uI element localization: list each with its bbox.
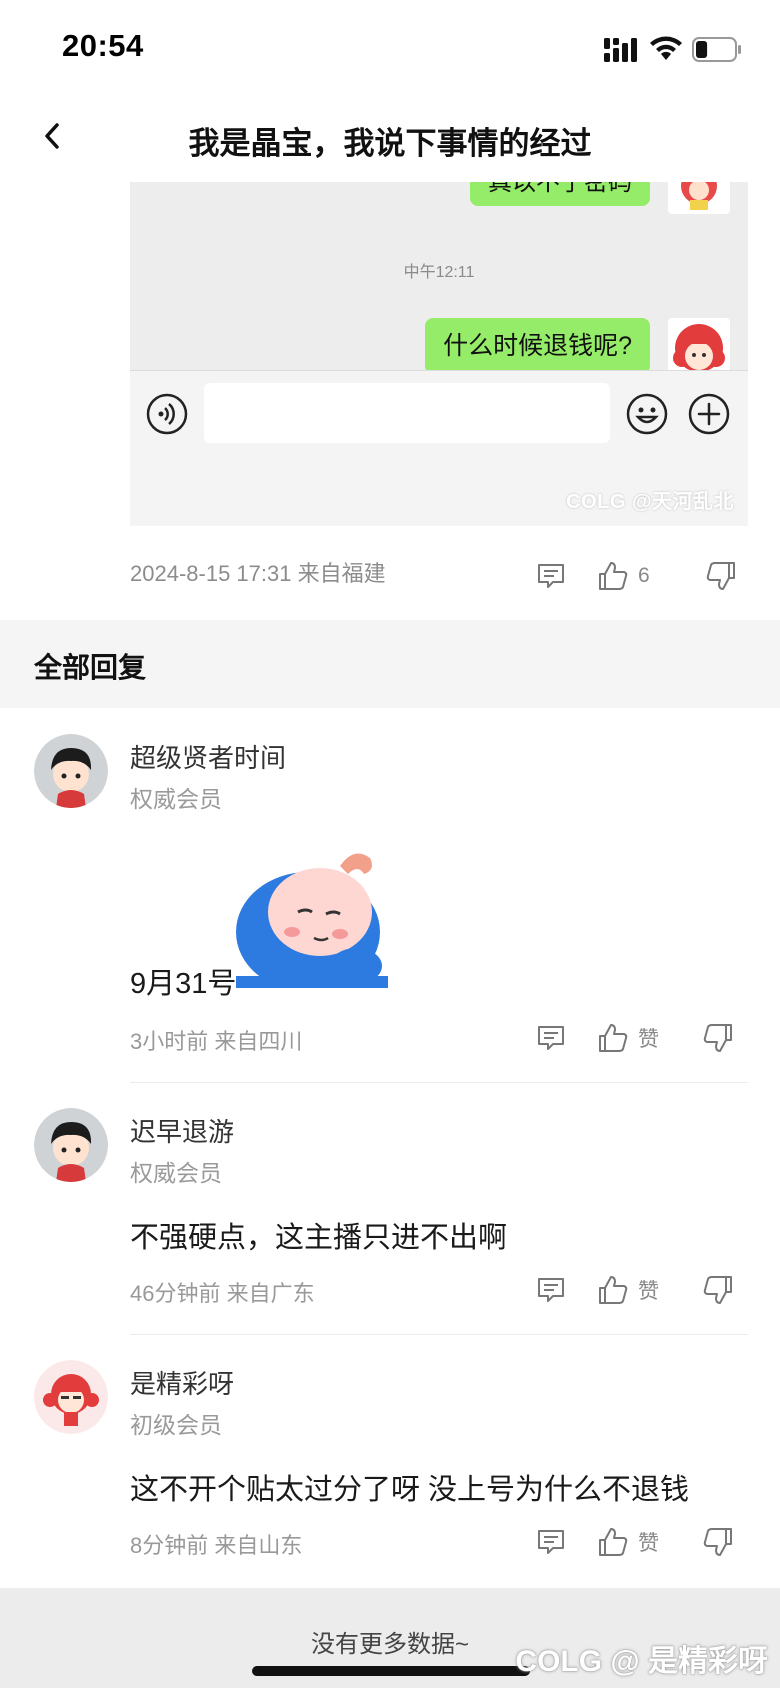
signal-icon — [604, 38, 637, 62]
user-rank: 权威会员 — [130, 1160, 222, 1186]
reply-meta: 8分钟前 来自山东 — [130, 1533, 303, 1558]
page-title: 我是晶宝，我说下事情的经过 — [188, 126, 592, 161]
status-time: 20:54 — [62, 28, 144, 63]
reply-meta: 46分钟前 来自广东 — [130, 1281, 315, 1306]
reply-actions: 赞 — [534, 1522, 735, 1562]
user-name[interactable]: 是精彩呀 — [130, 1364, 234, 1401]
avatar[interactable] — [34, 1108, 108, 1182]
voice-icon — [146, 393, 188, 435]
avatar[interactable] — [34, 1360, 108, 1434]
reply-text: 不强硬点，这主播只进不出啊 — [130, 1222, 508, 1254]
post-actions: 6 — [534, 556, 738, 596]
user-name[interactable]: 超级贤者时间 — [130, 738, 286, 775]
reply-meta: 3小时前 来自四川 — [130, 1029, 303, 1054]
comment-icon[interactable] — [534, 1525, 568, 1559]
dislike-icon[interactable] — [701, 1525, 735, 1559]
back-button[interactable] — [30, 114, 74, 158]
chat-text-field — [204, 383, 610, 443]
avatar[interactable] — [34, 734, 108, 808]
battery-icon — [692, 37, 741, 62]
footer: 没有更多数据~ COLG @ 是精彩呀 — [0, 1588, 780, 1688]
comment-icon[interactable] — [534, 1273, 568, 1307]
like-icon[interactable] — [596, 1021, 630, 1055]
comment-icon[interactable] — [534, 1021, 568, 1055]
like-icon[interactable] — [596, 1273, 630, 1307]
user-rank: 初级会员 — [130, 1412, 222, 1438]
like-icon[interactable] — [596, 1525, 630, 1559]
section-title: 全部回复 — [34, 652, 147, 683]
chat-avatar-top — [668, 182, 730, 214]
status-bar: 20:54 — [0, 0, 780, 100]
reply-actions: 赞 — [534, 1270, 735, 1310]
like-label: 赞 — [638, 1028, 659, 1051]
wifi-icon — [650, 36, 682, 60]
post-image-chat-screenshot[interactable]: 真以不了密码 中午12:11 什么时候退钱呢? COLG @天河乱北 — [130, 182, 748, 526]
reply-text: 这不开个贴太过分了呀 没上号为什么不退钱 — [130, 1474, 690, 1506]
chat-bubble: 什么时候退钱呢? — [425, 318, 650, 374]
plus-circle-icon — [688, 393, 730, 435]
chat-time-label: 中午12:11 — [403, 264, 475, 281]
user-name[interactable]: 迟早退游 — [130, 1112, 234, 1149]
home-indicator[interactable] — [252, 1666, 530, 1676]
like-count: 6 — [638, 564, 650, 587]
divider — [130, 1334, 748, 1335]
like-label: 赞 — [638, 1532, 659, 1555]
dislike-icon[interactable] — [701, 1273, 735, 1307]
like-label: 赞 — [638, 1280, 659, 1303]
emoji-icon — [626, 393, 668, 435]
reply-text: 9月31号 — [130, 968, 237, 1000]
dislike-icon[interactable] — [701, 1021, 735, 1055]
comment-icon[interactable] — [534, 559, 568, 593]
post-meta: 2024-8-15 17:31 来自福建 — [130, 561, 386, 586]
reply-actions: 赞 — [534, 1018, 735, 1058]
chat-input-bar: COLG @天河乱北 — [130, 370, 748, 526]
nav-bar: 我是晶宝，我说下事情的经过 — [0, 100, 780, 182]
page-watermark: COLG @ 是精彩呀 — [515, 1645, 768, 1678]
sticker-image — [236, 853, 388, 988]
chevron-left-icon — [45, 123, 59, 149]
image-watermark: COLG @天河乱北 — [566, 491, 734, 513]
like-icon[interactable] — [596, 559, 630, 593]
divider — [130, 1082, 748, 1083]
dislike-icon[interactable] — [704, 559, 738, 593]
user-rank: 权威会员 — [130, 786, 222, 812]
chat-bubble-top: 真以不了密码 — [470, 182, 650, 206]
section-header: 全部回复 — [0, 620, 780, 708]
